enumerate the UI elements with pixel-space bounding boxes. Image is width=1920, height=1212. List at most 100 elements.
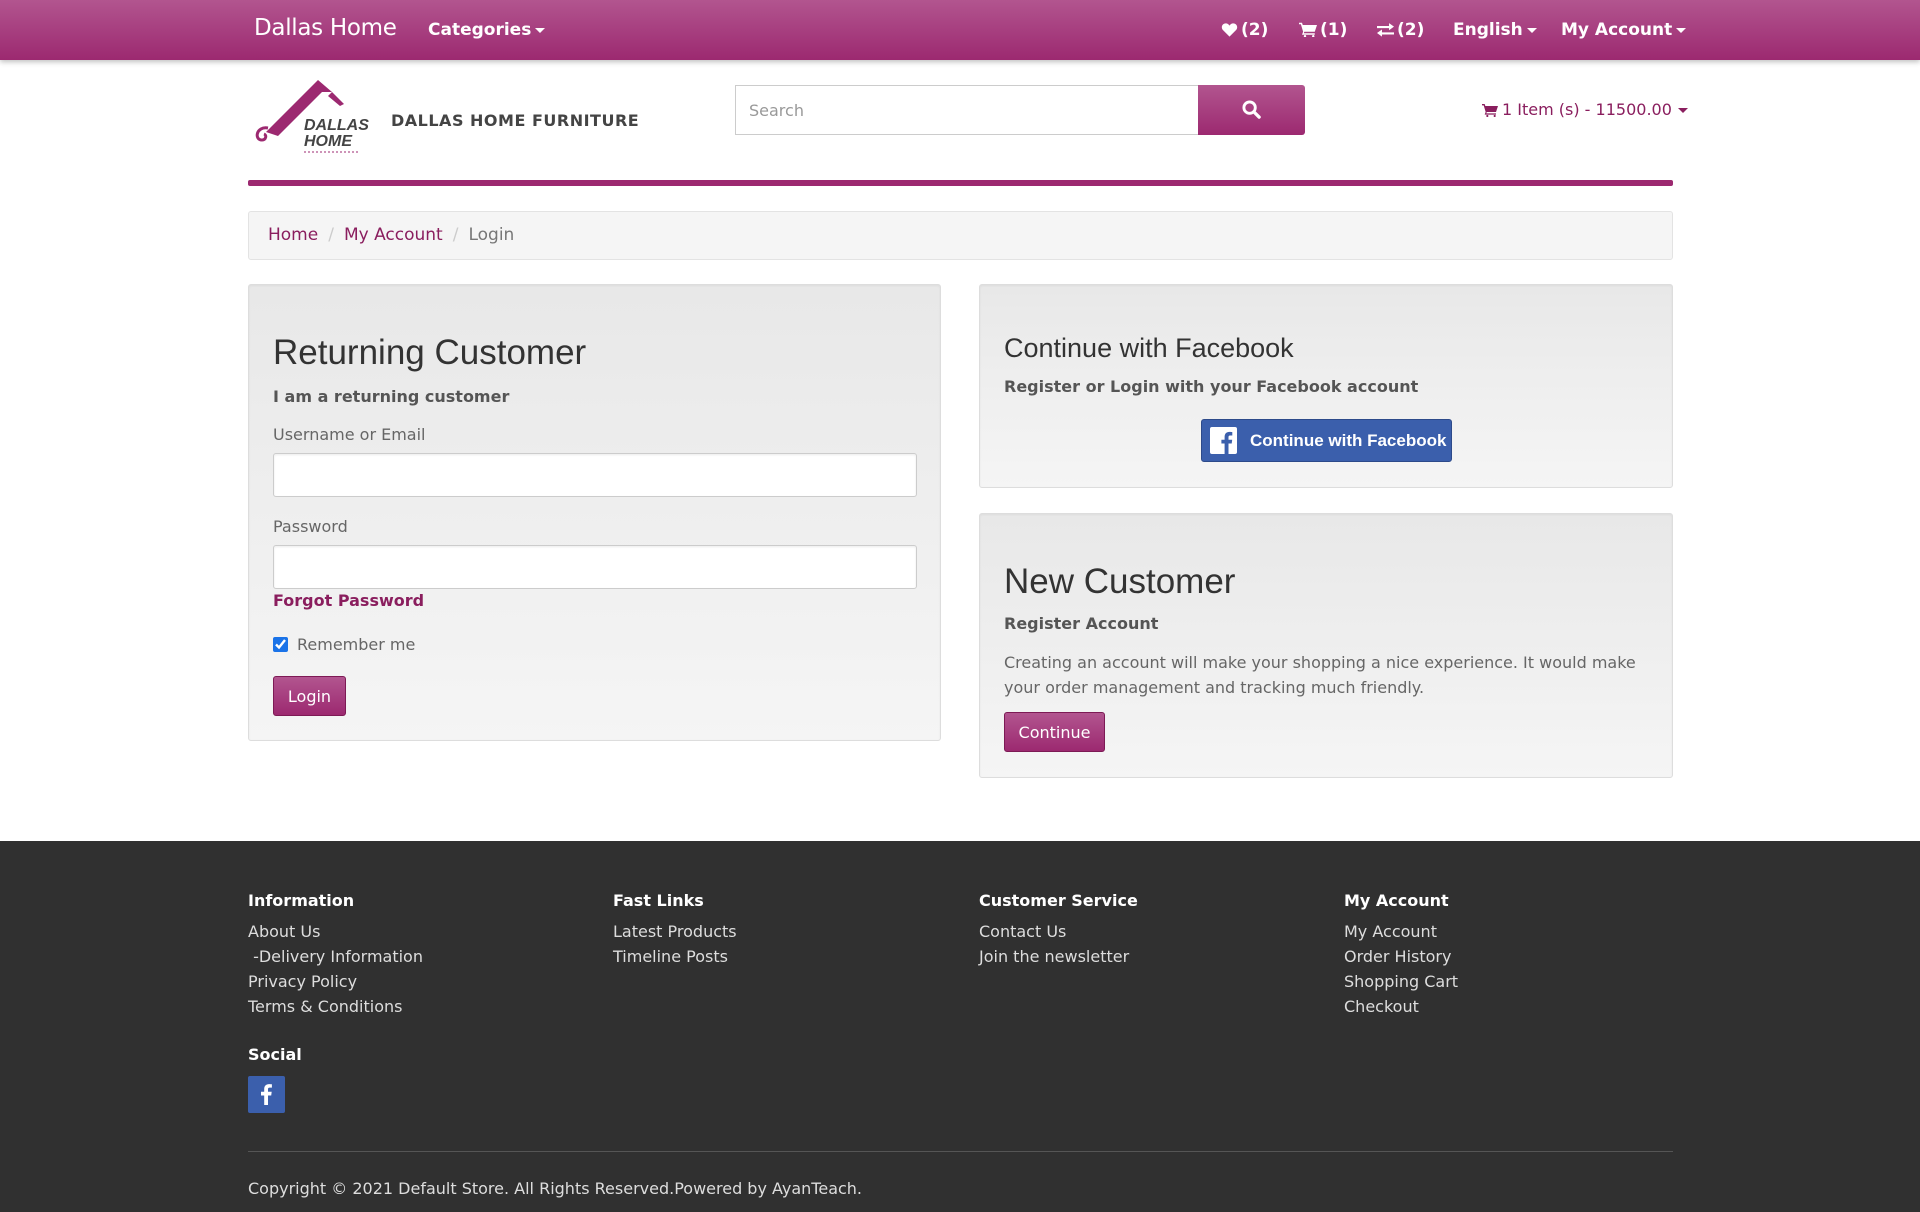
footer-link-timeline-posts[interactable]: Timeline Posts (613, 947, 728, 966)
list-item: Shopping Cart (1344, 969, 1458, 994)
account-label: My Account (1561, 20, 1673, 40)
list-item: Timeline Posts (613, 944, 737, 969)
language-label: English (1453, 20, 1523, 40)
footer-link-delivery-information[interactable]: -Delivery Information (248, 947, 423, 966)
new-customer-panel: New Customer Register Account Creating a… (979, 513, 1673, 778)
footer-link-contact-us[interactable]: Contact Us (979, 922, 1066, 941)
facebook-panel: Continue with Facebook Register or Login… (979, 284, 1673, 488)
categories-label: Categories (428, 20, 532, 40)
list-item: Order History (1344, 944, 1458, 969)
logo-text-home: HOME (304, 133, 353, 150)
language-dropdown[interactable]: English (1453, 20, 1537, 40)
header-divider (248, 180, 1673, 186)
top-navbar: Dallas Home Categories (2) (1) (2) Engli… (0, 0, 1920, 60)
forgot-password-link[interactable]: Forgot Password (273, 591, 424, 610)
categories-dropdown[interactable]: Categories (428, 20, 546, 40)
logo-text-dallas: DALLAS (304, 117, 369, 134)
list-item: Privacy Policy (248, 969, 423, 994)
brand-link[interactable]: Dallas Home (254, 15, 397, 41)
footer: Information About Us -Delivery Informati… (0, 841, 1920, 1212)
cart-link[interactable]: (1) (1299, 20, 1347, 40)
wishlist-link[interactable]: (2) (1221, 20, 1268, 40)
facebook-panel-title: Continue with Facebook (1004, 333, 1294, 363)
login-button[interactable]: Login (273, 676, 346, 716)
caret-down-icon (1677, 108, 1688, 113)
password-label: Password (273, 517, 348, 536)
footer-list-my-account: My Account Order History Shopping Cart C… (1344, 919, 1458, 1019)
caret-down-icon (1676, 27, 1687, 33)
new-customer-description: Creating an account will make your shopp… (1004, 653, 1636, 697)
new-customer-subtitle: Register Account (1004, 614, 1159, 633)
footer-copyright: Copyright © 2021 Default Store. All Righ… (248, 1179, 863, 1198)
remember-me-checkbox[interactable] (273, 637, 288, 652)
search-input[interactable] (735, 85, 1199, 135)
breadcrumb: Home / My Account / Login (248, 211, 1673, 260)
account-dropdown[interactable]: My Account (1561, 20, 1687, 40)
remember-me-label[interactable]: Remember me (297, 635, 415, 654)
breadcrumb-current: Login (468, 225, 515, 245)
facebook-button-label: Continue with Facebook (1250, 430, 1447, 450)
caret-down-icon (1526, 27, 1537, 33)
footer-heading-fast-links: Fast Links (613, 891, 704, 910)
list-item: My Account (1344, 919, 1458, 944)
cart-count: (1) (1320, 20, 1348, 40)
list-item: -Delivery Information (248, 944, 423, 969)
new-customer-title: New Customer (1004, 562, 1236, 601)
returning-customer-subtitle: I am a returning customer (273, 387, 510, 406)
returning-customer-panel: Returning Customer I am a returning cust… (248, 284, 941, 741)
breadcrumb-my-account[interactable]: My Account (344, 225, 443, 245)
compare-link[interactable]: (2) (1377, 20, 1424, 40)
footer-link-about-us[interactable]: About Us (248, 922, 320, 941)
logo-graphic: DALLAS HOME (255, 80, 369, 153)
search-icon (1242, 100, 1261, 119)
footer-heading-information: Information (248, 891, 355, 910)
footer-facebook-link[interactable] (248, 1076, 285, 1113)
list-item: Terms & Conditions (248, 994, 423, 1019)
store-name: DALLAS HOME FURNITURE (391, 111, 640, 130)
remember-me-row: Remember me (273, 635, 415, 654)
footer-link-order-history[interactable]: Order History (1344, 947, 1451, 966)
footer-link-terms-conditions[interactable]: Terms & Conditions (248, 997, 402, 1016)
footer-heading-my-account: My Account (1344, 891, 1449, 910)
footer-link-newsletter[interactable]: Join the newsletter (979, 947, 1129, 966)
continue-with-facebook-button[interactable]: Continue with Facebook (1201, 419, 1452, 462)
wishlist-count: (2) (1241, 20, 1269, 40)
search-button[interactable] (1198, 85, 1305, 135)
list-item: Join the newsletter (979, 944, 1129, 969)
caret-down-icon (535, 27, 546, 33)
cart-icon (1482, 104, 1498, 118)
continue-button[interactable]: Continue (1004, 712, 1105, 752)
password-input[interactable] (273, 545, 917, 589)
cart-summary-text: 1 Item (s) - 11500.00 (1502, 100, 1672, 119)
footer-divider (248, 1151, 1673, 1152)
facebook-icon (1210, 427, 1237, 454)
returning-customer-title: Returning Customer (273, 333, 587, 372)
heart-icon (1221, 23, 1238, 37)
breadcrumb-separator: / (328, 225, 334, 245)
footer-heading-customer-service: Customer Service (979, 891, 1138, 910)
list-item: Contact Us (979, 919, 1129, 944)
footer-list-information: About Us -Delivery Information Privacy P… (248, 919, 423, 1019)
list-item: Latest Products (613, 919, 737, 944)
footer-link-shopping-cart[interactable]: Shopping Cart (1344, 972, 1458, 991)
cart-summary-dropdown[interactable]: 1 Item (s) - 11500.00 (1482, 100, 1688, 119)
username-label: Username or Email (273, 425, 426, 444)
compare-icon (1377, 23, 1394, 37)
footer-list-fast-links: Latest Products Timeline Posts (613, 919, 737, 969)
username-input[interactable] (273, 453, 917, 497)
footer-link-checkout[interactable]: Checkout (1344, 997, 1419, 1016)
footer-link-latest-products[interactable]: Latest Products (613, 922, 737, 941)
store-logo[interactable]: DALLAS HOME (248, 74, 373, 160)
footer-heading-social: Social (248, 1045, 302, 1064)
compare-count: (2) (1397, 20, 1425, 40)
footer-link-privacy-policy[interactable]: Privacy Policy (248, 972, 357, 991)
list-item: About Us (248, 919, 423, 944)
facebook-panel-subtitle: Register or Login with your Facebook acc… (1004, 377, 1419, 396)
footer-link-my-account[interactable]: My Account (1344, 922, 1437, 941)
facebook-icon (261, 1084, 272, 1105)
cart-icon (1299, 22, 1317, 38)
breadcrumb-separator: / (452, 225, 459, 245)
list-item: Checkout (1344, 994, 1458, 1019)
breadcrumb-home[interactable]: Home (268, 225, 318, 245)
footer-list-customer-service: Contact Us Join the newsletter (979, 919, 1129, 969)
